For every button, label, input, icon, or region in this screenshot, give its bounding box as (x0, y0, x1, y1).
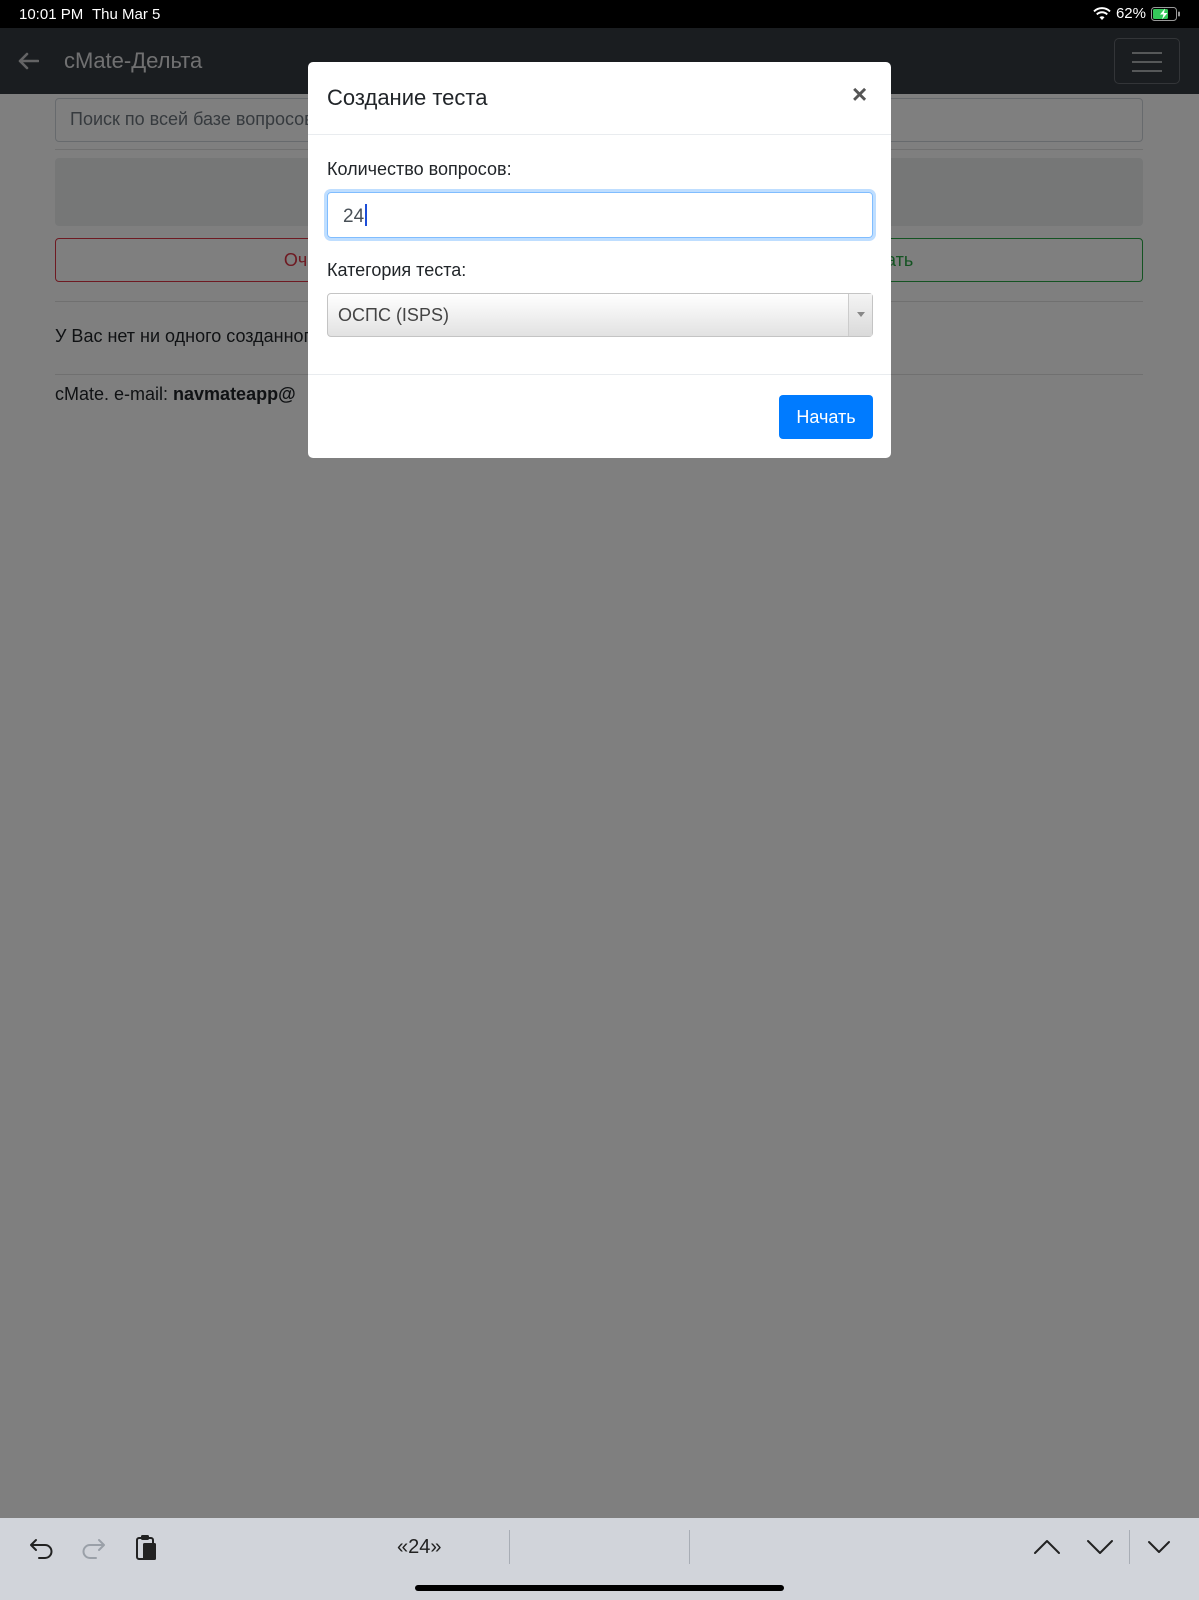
chevron-down-icon[interactable] (1085, 1532, 1115, 1562)
category-select[interactable]: ОСПС (ISPS) (327, 293, 873, 337)
question-count-value: 24 (343, 206, 365, 227)
battery-charging-icon (1151, 6, 1180, 21)
close-icon[interactable]: × (852, 81, 867, 107)
modal-footer-divider (308, 374, 891, 375)
start-button[interactable]: Начать (779, 395, 873, 439)
category-label: Категория теста: (327, 260, 467, 280)
battery-percent: 62% (1115, 5, 1146, 22)
question-count-input[interactable]: 24 (327, 192, 873, 238)
modal-header: Создание теста × (308, 62, 891, 135)
suggestion-item[interactable]: «24» (397, 1536, 442, 1559)
chevron-down-icon (848, 294, 872, 336)
question-count-label: Количество вопросов: (327, 159, 512, 179)
home-indicator[interactable] (415, 1585, 784, 1591)
modal-title: Создание теста (327, 85, 488, 110)
create-test-modal: Создание теста × Количество вопросов: 24… (308, 62, 891, 458)
paste-icon[interactable] (131, 1532, 161, 1562)
wifi-icon (1093, 6, 1111, 20)
dismiss-keyboard-icon[interactable] (1144, 1532, 1174, 1562)
suggestion-separator (689, 1530, 690, 1564)
chevron-up-icon[interactable] (1032, 1532, 1062, 1562)
undo-icon[interactable] (27, 1532, 57, 1562)
nav-separator (1129, 1530, 1130, 1564)
redo-icon[interactable] (78, 1532, 108, 1562)
keyboard-shortcut-bar: «24» (0, 1518, 1199, 1600)
status-time: 10:01 PM (19, 6, 84, 23)
status-bar: 10:01 PM Thu Mar 5 62% (0, 0, 1199, 28)
status-date: Thu Mar 5 (92, 6, 161, 23)
suggestion-separator (509, 1530, 510, 1564)
text-caret (365, 204, 368, 226)
category-selected-value: ОСПС (ISPS) (338, 305, 449, 325)
status-right: 62% (1093, 5, 1181, 22)
